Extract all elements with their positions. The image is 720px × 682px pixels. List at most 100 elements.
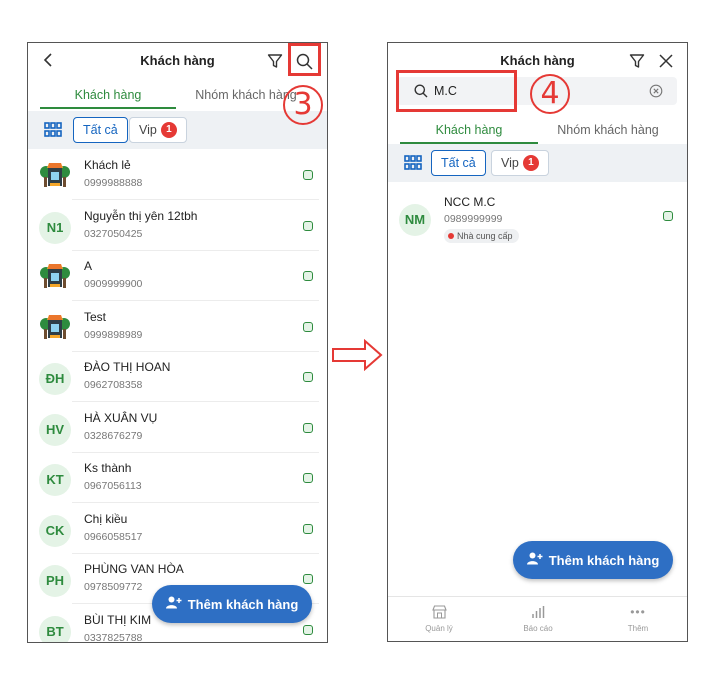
customer-phone: 0328676279: [84, 429, 143, 442]
list-item[interactable]: Khách lẻ 0999988888: [28, 150, 327, 200]
grid-icon[interactable]: [404, 155, 422, 176]
grid-icon[interactable]: [44, 122, 62, 143]
customer-search-screen: Khách hàng M.C Khách hàng Nhóm khách hàn…: [387, 42, 688, 642]
store-icon: [409, 605, 469, 621]
nav-manage[interactable]: Quản lý: [409, 605, 469, 633]
contact-icon[interactable]: [303, 574, 313, 584]
customer-phone: 0999898989: [84, 328, 143, 341]
avatar: CK: [39, 514, 71, 547]
customer-name: NCC M.C: [444, 195, 496, 209]
nav-more-label: Thêm: [627, 624, 649, 633]
tag-dot-icon: [448, 233, 454, 239]
list-item[interactable]: HV HÀ XUÂN VỤ 0328676279: [28, 403, 327, 453]
add-user-icon: [526, 552, 543, 568]
contact-icon[interactable]: [663, 211, 673, 221]
supplier-tag: Nhà cung cấp: [444, 229, 519, 243]
list-item[interactable]: N1 Nguyễn thị yên 12tbh 0327050425: [28, 201, 327, 251]
transition-arrow-icon: [331, 338, 383, 376]
chip-vip[interactable]: Vip 1: [129, 117, 187, 143]
tab-customers[interactable]: Khách hàng: [400, 123, 538, 137]
filter-icon[interactable]: [266, 52, 284, 70]
contact-icon[interactable]: [303, 372, 313, 382]
chip-vip-label: Vip: [501, 156, 519, 170]
customer-name: Ks thành: [84, 461, 132, 475]
nav-more[interactable]: ••• Thêm: [608, 605, 668, 633]
contact-icon[interactable]: [303, 523, 313, 534]
add-customer-label: Thêm khách hàng: [548, 552, 660, 568]
step-4-callout: 4: [530, 74, 570, 114]
customer-phone: 0978509772: [84, 581, 143, 593]
supplier-tag-label: Nhà cung cấp: [457, 231, 513, 241]
customer-phone: 0999988888: [84, 177, 143, 189]
avatar: NM: [399, 204, 431, 236]
customer-phone: 0967056113: [84, 480, 142, 492]
customer-list-screen: Khách hàng Khách hàng Nhóm khách hàng Tấ…: [27, 42, 328, 643]
contact-icon[interactable]: [303, 321, 313, 332]
chip-vip-label: Vip: [139, 123, 157, 137]
avatar: BT: [39, 615, 71, 642]
tab-customers[interactable]: Khách hàng: [40, 88, 176, 102]
list-item[interactable]: ĐH ĐÀO THỊ HOAN 0962708358: [28, 352, 327, 402]
vip-count-badge: 1: [522, 154, 539, 171]
avatar: N1: [39, 211, 71, 244]
contact-icon[interactable]: [303, 422, 313, 433]
vip-count-badge: 1: [160, 121, 177, 138]
customer-phone: 0962708358: [84, 379, 143, 391]
list-item[interactable]: KT Ks thành 0967056113: [28, 453, 327, 503]
contact-icon[interactable]: [303, 170, 313, 180]
customer-name: Nguyễn thị yên 12tbh: [84, 208, 198, 223]
search-highlight-box: [288, 43, 321, 76]
list-item[interactable]: Test 0999898989: [28, 302, 327, 352]
nav-manage-label: Quản lý: [425, 624, 453, 633]
chip-all[interactable]: Tất cả: [73, 117, 128, 143]
customer-phone: 0327050425: [84, 227, 143, 240]
customer-name: HÀ XUÂN VỤ: [84, 410, 158, 425]
nav-reports[interactable]: Báo cáo: [508, 605, 568, 633]
clear-search-icon[interactable]: [649, 84, 663, 103]
search-field-highlight-box: [396, 70, 517, 112]
contact-icon[interactable]: [303, 220, 313, 231]
tab-customer-groups[interactable]: Nhóm khách hàng: [538, 123, 678, 137]
avatar: KT: [39, 464, 71, 496]
chip-vip[interactable]: Vip 1: [491, 150, 549, 176]
add-customer-button[interactable]: Thêm khách hàng: [152, 585, 312, 623]
chip-all[interactable]: Tất cả: [431, 150, 486, 176]
customer-name: Chị kiều: [84, 511, 128, 526]
add-user-icon: [165, 596, 182, 612]
filter-bar: Tất cả Vip 1: [388, 144, 687, 182]
customer-name: BÙI THỊ KIM: [84, 612, 152, 627]
contact-icon[interactable]: [303, 473, 313, 483]
customer-name: Khách lẻ: [84, 158, 131, 172]
list-item[interactable]: A 0909999900: [28, 251, 327, 301]
bottom-navigation: Quản lý Báo cáo ••• Thêm: [388, 596, 687, 641]
contact-icon[interactable]: [303, 624, 313, 635]
filter-icon[interactable]: [628, 52, 646, 70]
list-item[interactable]: NM NCC M.C 0989999999 Nhà cung cấp: [388, 191, 687, 247]
store-icon: [39, 159, 71, 191]
filter-bar: Tất cả Vip 1: [28, 111, 327, 149]
store-icon: [39, 311, 71, 343]
list-item[interactable]: CK Chị kiều 0966058517: [28, 504, 327, 554]
customer-name: ĐÀO THỊ HOAN: [84, 360, 171, 374]
customer-name: PHÙNG VAN HÒA: [84, 562, 184, 576]
add-customer-button[interactable]: Thêm khách hàng: [513, 541, 673, 579]
tab-bar: Khách hàng Nhóm khách hàng: [388, 118, 687, 144]
avatar: HV: [39, 413, 71, 446]
customer-phone: 0909999900: [84, 278, 143, 290]
customer-name: A: [84, 259, 93, 273]
header: Khách hàng: [28, 43, 327, 77]
add-customer-label: Thêm khách hàng: [187, 596, 299, 612]
avatar: ĐH: [39, 363, 71, 395]
customer-phone: 0966058517: [84, 530, 143, 543]
more-icon: •••: [630, 605, 646, 619]
chart-icon: [508, 605, 568, 621]
customer-phone: 0989999999: [444, 213, 503, 225]
contact-icon[interactable]: [303, 271, 313, 281]
step-3-callout: 3: [283, 85, 323, 125]
store-icon: [39, 260, 71, 292]
customer-name: Test: [84, 309, 107, 324]
nav-reports-label: Báo cáo: [523, 624, 553, 633]
avatar: PH: [39, 565, 71, 597]
customer-phone: 0337825788: [84, 631, 143, 643]
close-icon[interactable]: [657, 52, 675, 70]
